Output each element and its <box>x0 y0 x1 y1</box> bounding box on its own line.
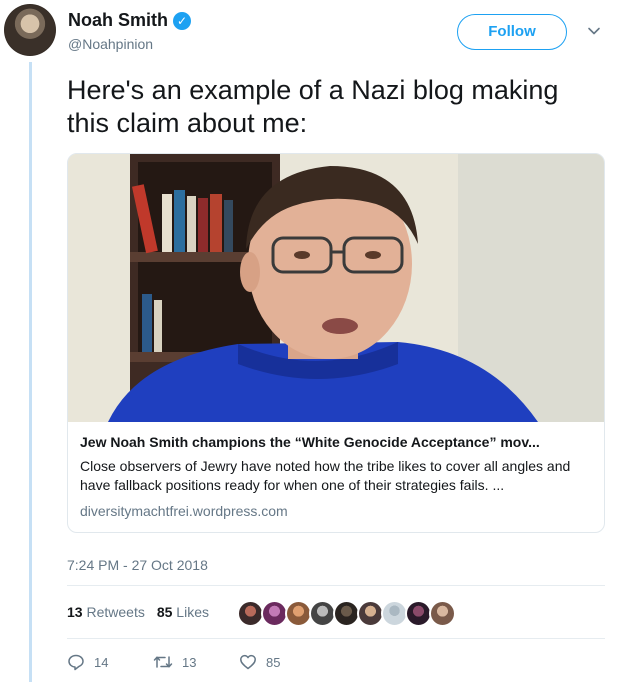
liker-avatar[interactable] <box>381 600 408 627</box>
author-handle[interactable]: @Noahpinion <box>68 36 153 52</box>
follow-button[interactable]: Follow <box>457 14 567 50</box>
card-photo-illustration <box>68 154 604 422</box>
retweet-icon <box>153 656 173 668</box>
card-description: Close observers of Jewry have noted how … <box>80 458 571 493</box>
card-title: Jew Noah Smith champions the “White Geno… <box>80 434 540 450</box>
divider <box>67 638 605 639</box>
retweets-label: Retweets <box>86 604 145 620</box>
verified-badge-icon: ✓ <box>173 11 192 30</box>
likes-stat[interactable]: 85 Likes <box>157 604 209 620</box>
tweet-actions: 14 13 85 <box>67 653 325 671</box>
avatar[interactable] <box>4 4 56 56</box>
thread-line <box>29 62 32 682</box>
likes-label: Likes <box>176 604 209 620</box>
liker-avatar[interactable] <box>237 600 264 627</box>
retweets-stat[interactable]: 13 Retweets <box>67 604 145 620</box>
liker-avatar[interactable] <box>261 600 288 627</box>
heart-icon <box>240 654 256 670</box>
liker-avatars <box>237 600 456 627</box>
link-card[interactable]: Jew Noah Smith champions the “White Geno… <box>67 153 605 533</box>
liker-avatar[interactable] <box>333 600 360 627</box>
card-image <box>68 154 604 422</box>
author-name-text: Noah Smith <box>68 10 169 30</box>
liker-avatar[interactable] <box>405 600 432 627</box>
divider <box>67 585 605 586</box>
tweet-text: Here's an example of a Nazi blog making … <box>67 75 559 138</box>
tweet-timestamp[interactable]: 7:24 PM - 27 Oct 2018 <box>67 557 208 573</box>
liker-avatar[interactable] <box>285 600 312 627</box>
retweet-button[interactable]: 13 <box>153 653 239 671</box>
like-count: 85 <box>266 654 281 670</box>
chevron-down-icon[interactable] <box>587 24 601 38</box>
author-name[interactable]: Noah Smith ✓ <box>68 10 192 31</box>
engagement-stats: 13 Retweets 85 Likes <box>67 604 209 620</box>
retweet-count: 13 <box>182 654 197 670</box>
card-domain: diversitymachtfrei.wordpress.com <box>80 503 288 519</box>
reply-icon <box>68 654 84 671</box>
retweets-count: 13 <box>67 604 83 620</box>
reply-count: 14 <box>94 654 109 670</box>
likes-count: 85 <box>156 604 173 620</box>
liker-avatar[interactable] <box>309 600 336 627</box>
liker-avatar[interactable] <box>429 600 456 627</box>
like-button[interactable]: 85 <box>239 653 325 671</box>
reply-button[interactable]: 14 <box>67 653 153 671</box>
liker-avatar[interactable] <box>357 600 384 627</box>
